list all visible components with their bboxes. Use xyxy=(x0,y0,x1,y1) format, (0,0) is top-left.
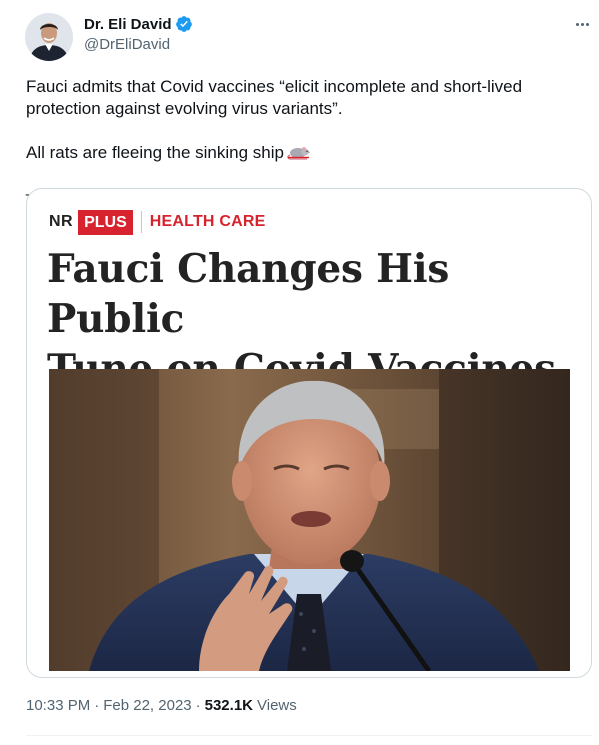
author-name-row[interactable]: Dr. Eli David xyxy=(84,14,193,34)
profile-photo-icon xyxy=(25,13,73,61)
tweet-paragraph: Fauci admits that Covid vaccines “elicit… xyxy=(26,77,523,118)
publication-banner: NR PLUS HEALTH CARE xyxy=(49,207,265,237)
author-handle[interactable]: @DrEliDavid xyxy=(84,36,170,53)
meta-separator: · xyxy=(94,697,100,714)
headline-line: Fauci Changes His Public xyxy=(47,246,450,342)
verified-badge-icon[interactable] xyxy=(175,15,193,33)
avatar[interactable] xyxy=(25,13,73,61)
plus-badge: PLUS xyxy=(78,209,133,235)
article-photo[interactable] xyxy=(49,369,570,671)
views-count: 532.1K xyxy=(204,697,253,714)
more-options-icon[interactable] xyxy=(571,15,593,33)
tweet-meta: 10:33 PM · Feb 22, 2023 · 532.1K Views xyxy=(26,697,297,714)
divider xyxy=(26,735,592,736)
meta-separator: · xyxy=(195,697,201,714)
publication-logo: NR xyxy=(49,213,74,230)
author-display-name[interactable]: Dr. Eli David xyxy=(84,16,172,33)
article-image-card[interactable]: NR PLUS HEALTH CARE Fauci Changes His Pu… xyxy=(26,188,592,678)
tweet-time[interactable]: 10:33 PM xyxy=(26,697,90,714)
tweet-paragraph-text: All rats are fleeing the sinking ship xyxy=(26,143,284,162)
tweet-card: Dr. Eli David @DrEliDavid Fauci admits t… xyxy=(0,0,599,745)
rat-emoji-icon xyxy=(287,143,311,167)
banner-divider xyxy=(140,211,142,233)
views-label: Views xyxy=(257,697,297,714)
article-photo-icon xyxy=(49,369,570,671)
tweet-paragraph: All rats are fleeing the sinking ship xyxy=(26,142,571,167)
tweet-text: Fauci admits that Covid vaccines “elicit… xyxy=(26,76,571,198)
section-label: HEALTH CARE xyxy=(149,213,266,230)
tweet-date[interactable]: Feb 22, 2023 xyxy=(103,697,191,714)
